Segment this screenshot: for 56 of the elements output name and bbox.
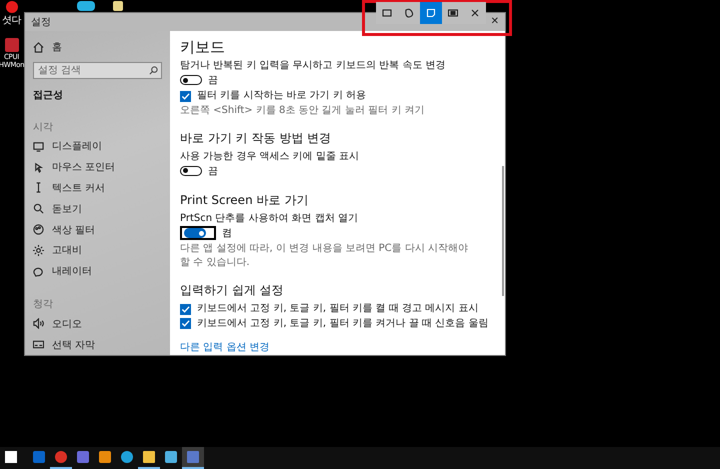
toggle-switch[interactable] [180, 75, 202, 86]
scrollbar[interactable] [502, 166, 504, 296]
search-field[interactable]: 설정 검색 [33, 62, 162, 79]
sidebar-item[interactable]: 오디오 [52, 316, 82, 331]
sidebar-item[interactable]: 마우스 포인터 [52, 160, 116, 174]
hint-text: 다른 앱 설정에 따라, 이 변경 내용을 보려면 PC를 다시 시작해야 할 수 있습니다. [180, 242, 469, 270]
setting-label: 사용 가능한 경우 액세스 키에 밑줄 표시 [180, 150, 360, 164]
snip-mode-button[interactable] [420, 2, 442, 24]
palette-icon [33, 224, 44, 236]
checkbox-label: 키보드에서 고정 키, 토글 키, 필터 키를 켜거나 끌 때 신호음 울림 [197, 316, 488, 331]
home-link[interactable]: 홈 [52, 40, 62, 54]
toggle-switch[interactable] [180, 226, 216, 240]
toggle-switch[interactable] [180, 166, 202, 176]
sidebar-item[interactable]: 텍스트 커서 [52, 180, 106, 195]
group-title: 시각 [33, 121, 54, 135]
magnifier-icon [33, 203, 44, 214]
group-title: 청각 [33, 298, 54, 312]
speaker-icon [33, 318, 44, 330]
window-title: 설정 [30, 16, 51, 29]
sidebar-item[interactable]: 선택 자막 [52, 338, 96, 352]
checkbox[interactable] [180, 318, 191, 330]
page-title: 키보드 [180, 37, 226, 57]
toggle-state: 끔 [208, 74, 218, 88]
caption-icon [33, 339, 44, 350]
narrator-icon [33, 266, 44, 277]
sidebar-item[interactable]: 색상 필터 [52, 222, 96, 237]
freeform-icon [404, 8, 414, 18]
window-icon [426, 8, 436, 18]
fullscreen-icon [448, 8, 458, 18]
sun-icon [33, 244, 44, 256]
section-heading: 바로 가기 키 작동 방법 변경 [180, 130, 332, 146]
checkbox[interactable] [180, 90, 191, 102]
rectangle-icon [382, 8, 392, 18]
setting-label: 탐거나 반복된 키 입력을 무시하고 키보드의 반복 속도 변경 [180, 59, 446, 73]
display-icon [33, 140, 44, 152]
sidebar-item[interactable]: 디스플레이 [52, 139, 102, 154]
close-button[interactable]: ✕ [490, 17, 499, 27]
toggle-state: 켬 [222, 227, 232, 240]
setting-label: PrtScn 단추를 사용하여 화면 캡처 열기 [180, 212, 359, 226]
search-icon [149, 66, 158, 75]
checkbox-label: 키보드에서 고정 키, 토글 키, 필터 키를 켤 때 경고 메시지 표시 [197, 302, 478, 316]
sidebar-item[interactable]: 돋보기 [52, 202, 82, 216]
checkbox-label: 필터 키를 시작하는 바로 가기 키 허용 [197, 89, 366, 104]
hint-text: 오른쪽 <Shift> 키를 8초 동안 길게 눌러 필터 키 켜기 [180, 104, 426, 118]
checkbox[interactable] [180, 304, 191, 315]
desktop-icon-label: 셧다 [2, 15, 22, 26]
section-heading: Print Screen 바로 가기 [180, 192, 310, 208]
sidebar-item[interactable]: 내레이터 [52, 264, 92, 278]
section-heading: 입력하기 쉽게 설정 [180, 282, 285, 298]
sidebar-title: 접근성 [33, 88, 64, 103]
sidebar-item[interactable]: 고대비 [52, 243, 82, 258]
home-icon [33, 42, 44, 53]
options-link[interactable]: 다른 입력 옵션 변경 [180, 340, 270, 355]
pointer-icon [33, 162, 44, 173]
toggle-state: 끔 [208, 164, 218, 178]
close-icon [470, 8, 480, 18]
